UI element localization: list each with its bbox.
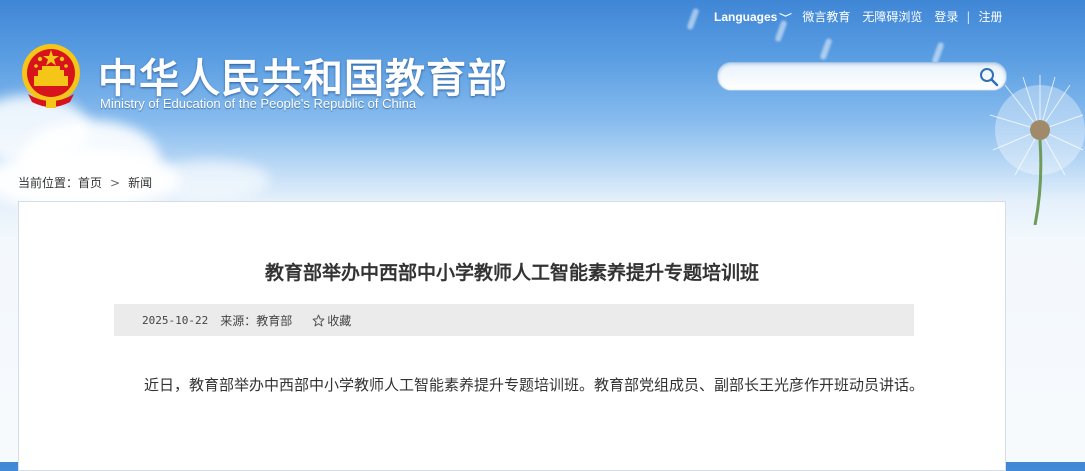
top-navigation: Languages ﹀ 微言教育 无障碍浏览 登录 | 注册 [714, 8, 1008, 25]
search-box [717, 62, 1007, 91]
breadcrumb-label: 当前位置： [18, 176, 79, 190]
chevron-down-icon: ﹀ [779, 12, 793, 23]
register-link[interactable]: 注册 [972, 8, 1008, 25]
sparkle-decoration [686, 7, 700, 31]
article-panel: 教育部举办中西部中小学教师人工智能素养提升专题培训班 2025-10-22 来源… [18, 201, 1006, 471]
cloud-decoration [150, 160, 270, 200]
search-input[interactable] [730, 63, 984, 90]
favorite-button[interactable]: 收藏 [312, 312, 351, 329]
national-emblem-icon[interactable] [20, 42, 82, 110]
search-icon[interactable] [978, 66, 1000, 88]
site-title-english: Ministry of Education of the People's Re… [100, 96, 417, 111]
accessibility-link[interactable]: 无障碍浏览 [856, 8, 928, 25]
star-icon [312, 314, 325, 326]
languages-menu[interactable]: Languages ﹀ [714, 10, 796, 24]
article-date: 2025-10-22 [142, 313, 209, 327]
login-link[interactable]: 登录 [928, 8, 964, 25]
sparkle-decoration [819, 37, 833, 61]
breadcrumb-news-link[interactable]: 新闻 [128, 176, 152, 190]
breadcrumb-home-link[interactable]: 首页 [78, 176, 102, 190]
article-body: 近日，教育部举办中西部中小学教师人工智能素养提升专题培训班。教育部党组成员、副部… [144, 376, 925, 394]
nav-separator: | [966, 9, 971, 24]
article-source: 来源：教育部 [220, 313, 293, 328]
chevron-right-icon: > [110, 176, 121, 190]
favorite-label: 收藏 [327, 313, 352, 328]
weiyan-jiaoyu-link[interactable]: 微言教育 [796, 8, 856, 25]
breadcrumb: 当前位置：首页 > 新闻 [18, 174, 152, 191]
sparkle-decoration [931, 41, 945, 65]
article-title: 教育部举办中西部中小学教师人工智能素养提升专题培训班 [264, 262, 759, 284]
languages-label: Languages [714, 9, 778, 24]
article-meta-bar: 2025-10-22 来源：教育部 收藏 [114, 304, 914, 336]
